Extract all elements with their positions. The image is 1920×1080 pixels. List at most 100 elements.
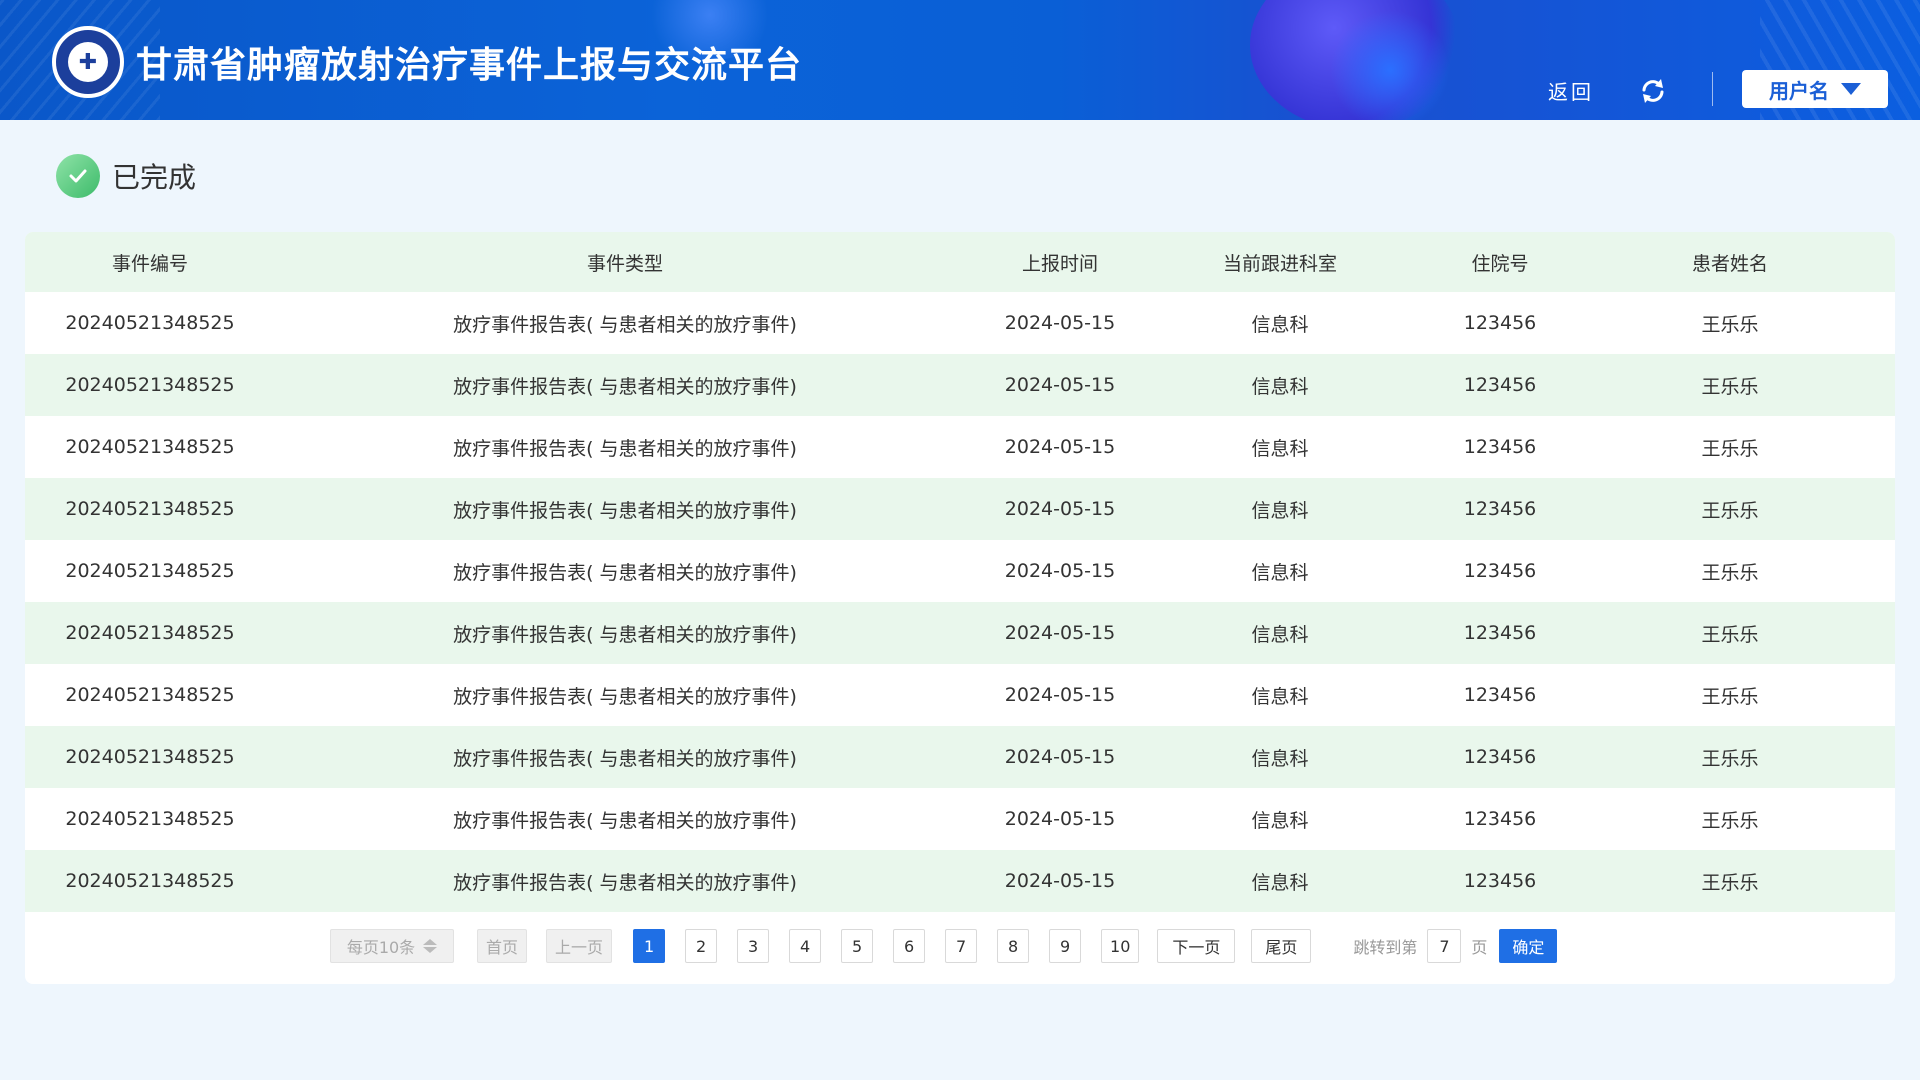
page-button-3[interactable]: 3 (737, 929, 770, 963)
table-row[interactable]: 20240521348525 放疗事件报告表( 与患者相关的放疗事件) 2024… (25, 540, 1895, 602)
status-indicator: 已完成 (56, 154, 196, 198)
page-size-label: 每页10条 (346, 938, 416, 957)
chevron-down-icon (1841, 83, 1861, 95)
cell-event-id: 20240521348525 (65, 436, 235, 458)
cell-department: 信息科 (1251, 623, 1309, 646)
page-button-9[interactable]: 9 (1049, 929, 1082, 963)
table-header: 事件编号 事件类型 上报时间 当前跟进科室 住院号 患者姓名 (25, 232, 1895, 292)
cell-patient-name: 王乐乐 (1701, 499, 1759, 522)
cell-department: 信息科 (1251, 499, 1309, 522)
table-row[interactable]: 20240521348525 放疗事件报告表( 与患者相关的放疗事件) 2024… (25, 602, 1895, 664)
cell-event-type: 放疗事件报告表( 与患者相关的放疗事件) (453, 747, 797, 770)
cell-admission-no: 123456 (1463, 808, 1537, 830)
table-row[interactable]: 20240521348525 放疗事件报告表( 与患者相关的放疗事件) 2024… (25, 478, 1895, 540)
cell-report-time: 2024-05-15 (1004, 684, 1116, 706)
cell-report-time: 2024-05-15 (1004, 498, 1116, 520)
cell-patient-name: 王乐乐 (1701, 437, 1759, 460)
app-header: ✚ 甘肃省肿瘤放射治疗事件上报与交流平台 返回 用户名 (0, 0, 1920, 120)
column-header-event-id: 事件编号 (111, 252, 188, 275)
table-row[interactable]: 20240521348525 放疗事件报告表( 与患者相关的放疗事件) 2024… (25, 850, 1895, 912)
table-body: 20240521348525 放疗事件报告表( 与患者相关的放疗事件) 2024… (25, 292, 1895, 912)
cell-patient-name: 王乐乐 (1701, 747, 1759, 770)
header-divider (1712, 72, 1713, 106)
user-menu-button[interactable]: 用户名 (1742, 70, 1888, 108)
cell-admission-no: 123456 (1463, 684, 1537, 706)
cell-report-time: 2024-05-15 (1004, 870, 1116, 892)
sort-arrows-icon (423, 939, 438, 953)
cell-patient-name: 王乐乐 (1701, 375, 1759, 398)
page-size-select[interactable]: 每页10条 (330, 929, 454, 963)
page-button-1[interactable]: 1 (633, 929, 666, 963)
cell-department: 信息科 (1251, 871, 1309, 894)
cell-patient-name: 王乐乐 (1701, 871, 1759, 894)
page-button-5[interactable]: 5 (841, 929, 874, 963)
table-row[interactable]: 20240521348525 放疗事件报告表( 与患者相关的放疗事件) 2024… (25, 354, 1895, 416)
cell-event-type: 放疗事件报告表( 与患者相关的放疗事件) (453, 809, 797, 832)
page-button-10[interactable]: 10 (1101, 929, 1140, 963)
cell-event-id: 20240521348525 (65, 684, 235, 706)
table-row[interactable]: 20240521348525 放疗事件报告表( 与患者相关的放疗事件) 2024… (25, 664, 1895, 726)
cell-event-id: 20240521348525 (65, 374, 235, 396)
page-button-6[interactable]: 6 (893, 929, 926, 963)
cell-patient-name: 王乐乐 (1701, 809, 1759, 832)
jump-to-label: 跳转到第 (1353, 938, 1418, 957)
page-button-7[interactable]: 7 (945, 929, 978, 963)
cell-event-id: 20240521348525 (65, 746, 235, 768)
cell-department: 信息科 (1251, 685, 1309, 708)
app-title: 甘肃省肿瘤放射治疗事件上报与交流平台 (136, 45, 803, 86)
page-button-8[interactable]: 8 (997, 929, 1030, 963)
prev-page-button[interactable]: 上一页 (546, 929, 613, 963)
table-row[interactable]: 20240521348525 放疗事件报告表( 与患者相关的放疗事件) 2024… (25, 416, 1895, 478)
cell-department: 信息科 (1251, 375, 1309, 398)
cell-department: 信息科 (1251, 437, 1309, 460)
page-button-2[interactable]: 2 (685, 929, 718, 963)
cell-event-id: 20240521348525 (65, 808, 235, 830)
cell-decoration (1330, 10, 1450, 120)
cell-event-type: 放疗事件报告表( 与患者相关的放疗事件) (453, 871, 797, 894)
jump-page-input[interactable] (1427, 929, 1462, 963)
cell-event-type: 放疗事件报告表( 与患者相关的放疗事件) (453, 375, 797, 398)
back-button[interactable]: 返回 (1548, 76, 1594, 105)
user-name-label: 用户名 (1769, 78, 1829, 103)
cell-event-id: 20240521348525 (65, 560, 235, 582)
cell-patient-name: 王乐乐 (1701, 561, 1759, 584)
cell-patient-name: 王乐乐 (1701, 623, 1759, 646)
table-row[interactable]: 20240521348525 放疗事件报告表( 与患者相关的放疗事件) 2024… (25, 292, 1895, 354)
cell-report-time: 2024-05-15 (1004, 560, 1116, 582)
status-label: 已完成 (112, 161, 197, 194)
cell-event-type: 放疗事件报告表( 与患者相关的放疗事件) (453, 623, 797, 646)
page-button-4[interactable]: 4 (789, 929, 822, 963)
cell-report-time: 2024-05-15 (1004, 312, 1116, 334)
cell-event-type: 放疗事件报告表( 与患者相关的放疗事件) (453, 499, 797, 522)
cell-event-type: 放疗事件报告表( 与患者相关的放疗事件) (453, 685, 797, 708)
logo-emblem-icon: ✚ (68, 42, 108, 82)
cell-admission-no: 123456 (1463, 436, 1537, 458)
column-header-event-type: 事件类型 (586, 252, 663, 275)
cell-event-id: 20240521348525 (65, 312, 235, 334)
cell-admission-no: 123456 (1463, 374, 1537, 396)
last-page-button[interactable]: 尾页 (1251, 929, 1312, 963)
cell-department: 信息科 (1251, 313, 1309, 336)
cell-admission-no: 123456 (1463, 498, 1537, 520)
next-page-button[interactable]: 下一页 (1157, 929, 1236, 963)
column-header-department: 当前跟进科室 (1222, 252, 1337, 275)
column-header-admission-no: 住院号 (1471, 252, 1529, 275)
first-page-button[interactable]: 首页 (477, 929, 528, 963)
cell-department: 信息科 (1251, 809, 1309, 832)
cell-report-time: 2024-05-15 (1004, 808, 1116, 830)
table-row[interactable]: 20240521348525 放疗事件报告表( 与患者相关的放疗事件) 2024… (25, 726, 1895, 788)
cell-report-time: 2024-05-15 (1004, 374, 1116, 396)
cell-department: 信息科 (1251, 561, 1309, 584)
confirm-jump-button[interactable]: 确定 (1499, 929, 1558, 963)
cell-report-time: 2024-05-15 (1004, 436, 1116, 458)
cell-report-time: 2024-05-15 (1004, 746, 1116, 768)
check-circle-icon (56, 154, 100, 198)
hospital-logo: ✚ (52, 26, 124, 98)
column-header-patient-name: 患者姓名 (1691, 252, 1768, 275)
column-header-report-time: 上报时间 (1021, 252, 1098, 275)
refresh-icon[interactable] (1638, 76, 1668, 106)
cell-event-type: 放疗事件报告表( 与患者相关的放疗事件) (453, 561, 797, 584)
table-row[interactable]: 20240521348525 放疗事件报告表( 与患者相关的放疗事件) 2024… (25, 788, 1895, 850)
cell-report-time: 2024-05-15 (1004, 622, 1116, 644)
cell-event-type: 放疗事件报告表( 与患者相关的放疗事件) (453, 313, 797, 336)
